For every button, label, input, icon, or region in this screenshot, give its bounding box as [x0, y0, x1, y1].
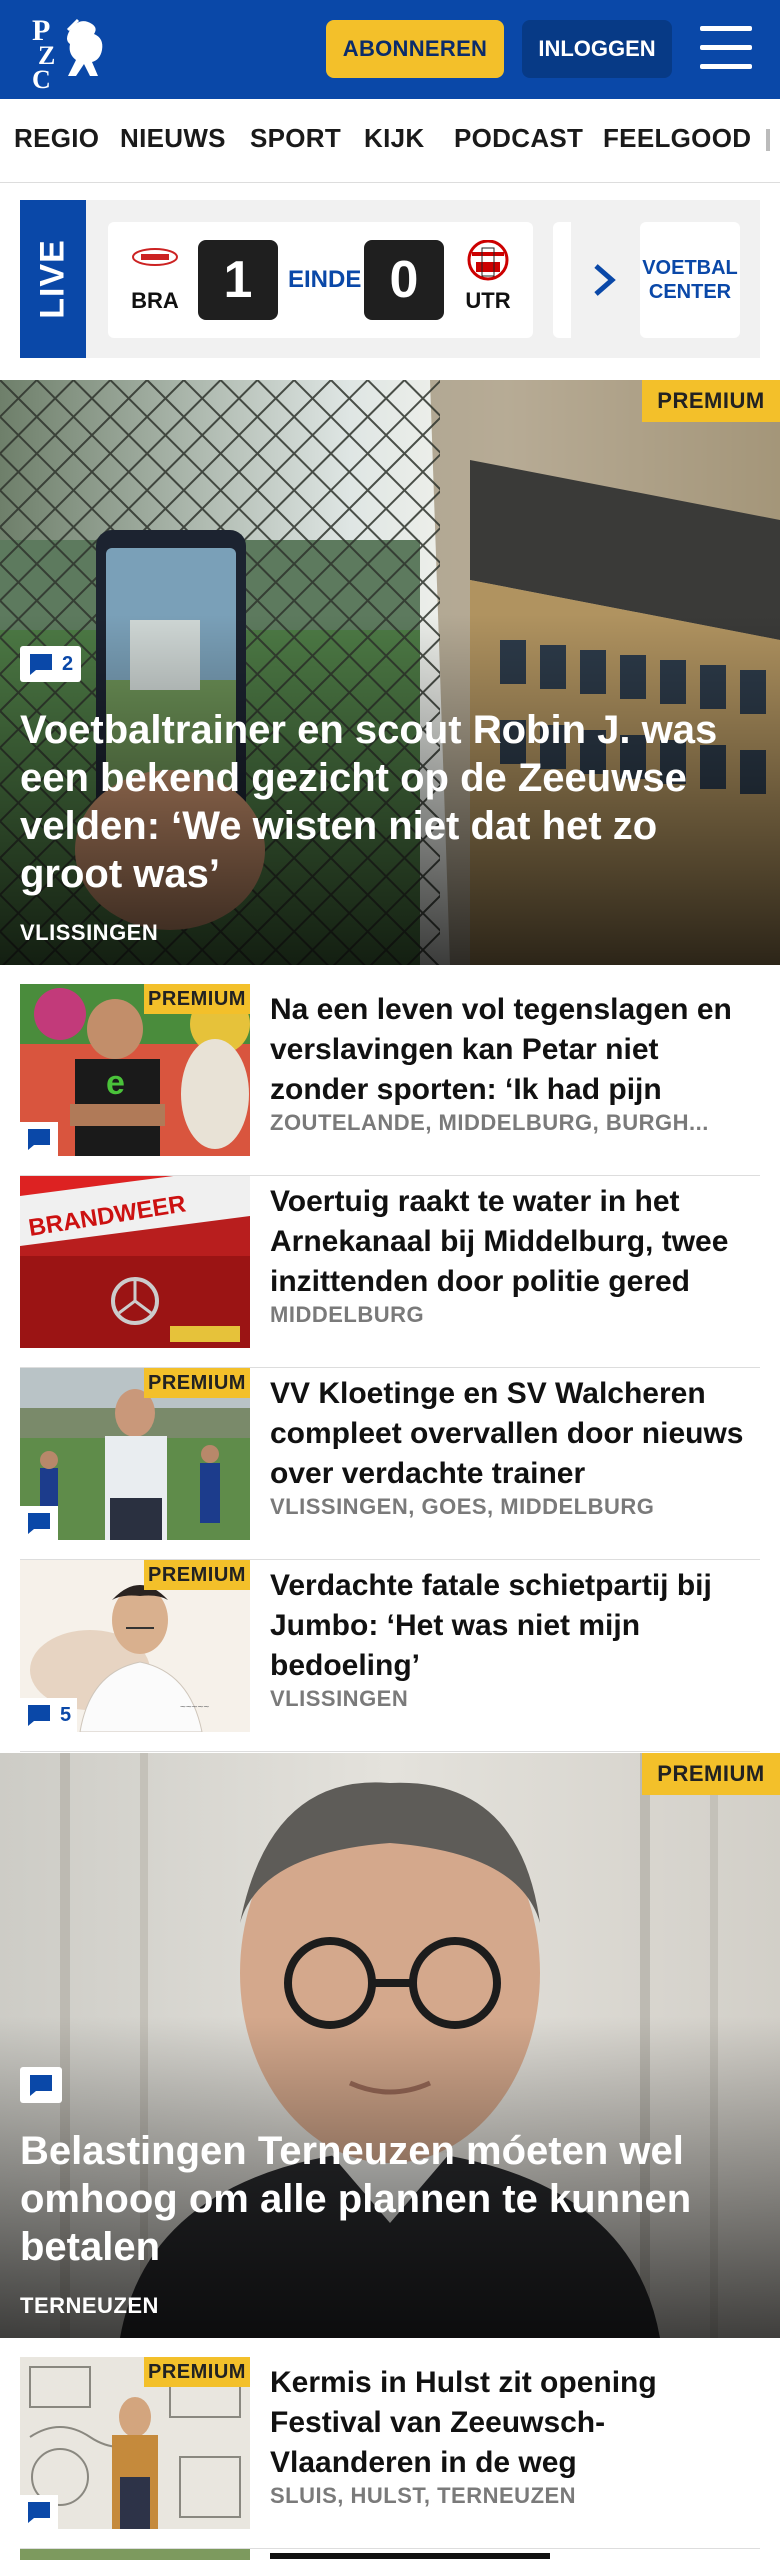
logo-letter-c: C: [32, 65, 51, 90]
comment-icon: [28, 1705, 50, 1726]
live-score-strip: LIVE BRA 1 EINDE 0 UTR VOETBAL CENTER: [0, 200, 780, 360]
article-location: ZOUTELANDE, MIDDELBURG, BURGH...: [270, 1110, 709, 1135]
hero-headline[interactable]: Belastingen Terneuzen móeten wel omhoog …: [20, 2127, 760, 2271]
premium-badge: PREMIUM: [642, 1753, 780, 1795]
article-thumbnail: ~~~~~ PREMIUM 5: [20, 1560, 250, 1732]
football-center-label-2: CENTER: [648, 281, 732, 303]
nav-item-kijk[interactable]: KIJK: [364, 123, 424, 154]
comment-icon: [30, 2075, 52, 2096]
comment-count[interactable]: 2: [20, 646, 82, 682]
match-status: EINDE: [288, 266, 362, 293]
hero-location: VLISSINGEN: [20, 920, 159, 945]
pzc-logo[interactable]: P Z C: [20, 10, 120, 94]
article-headline[interactable]: Kermis in Hulst zit opening Festival van…: [270, 2363, 750, 2483]
nav-item-sport[interactable]: SPORT: [250, 123, 341, 154]
next-match-card-edge[interactable]: [553, 222, 571, 338]
hamburger-icon[interactable]: [700, 26, 752, 70]
premium-badge: PREMIUM: [144, 984, 250, 1014]
article-thumbnail: PREMIUM: [20, 2357, 250, 2529]
section-nav: REGIO NIEUWS SPORT KIJK PODCAST FEELGOOD: [0, 99, 780, 183]
article-row[interactable]: PREMIUM VV Kloetinge en SV Walcheren com…: [20, 1368, 760, 1560]
football-center-label-1: VOETBAL: [642, 257, 738, 279]
premium-badge: PREMIUM: [144, 1368, 250, 1398]
comment-count-value: 2: [62, 652, 74, 675]
article-thumbnail-partial: [20, 2549, 250, 2560]
chevron-right-icon[interactable]: [590, 262, 620, 298]
article-location: MIDDELBURG: [270, 1302, 425, 1327]
hero-headline[interactable]: Voetbaltrainer en scout Robin J. was een…: [20, 706, 760, 898]
article-headline-partial[interactable]: [270, 2549, 570, 2560]
comment-icon: [30, 654, 52, 675]
subscribe-button[interactable]: ABONNEREN: [326, 20, 504, 78]
utrecht-crest-icon: [462, 239, 514, 281]
home-score: 1: [198, 240, 278, 320]
article-location: VLISSINGEN: [270, 1686, 409, 1711]
nav-overflow-divider: [766, 129, 770, 151]
article-thumbnail: BRANDWEER: [20, 1176, 250, 1348]
football-center-link[interactable]: VOETBAL CENTER: [640, 222, 740, 338]
home-team-name: BRA: [131, 288, 179, 313]
comment-count[interactable]: [20, 1506, 58, 1540]
article-headline[interactable]: Verdachte fatale schietpartij bij Jumbo:…: [270, 1566, 750, 1686]
article-row[interactable]: PREMIUM Kermis in Hulst zit opening Fest…: [20, 2357, 760, 2549]
nav-item-feelgood[interactable]: FEELGOOD: [603, 123, 751, 154]
top-bar: P Z C ABONNEREN INLOGGEN: [0, 0, 780, 99]
away-score: 0: [364, 240, 444, 320]
login-button[interactable]: INLOGGEN: [522, 20, 672, 78]
comment-count[interactable]: [20, 1122, 58, 1156]
article-row[interactable]: ~~~~~ PREMIUM 5 Verdachte fatale schietp…: [20, 1560, 760, 1752]
article-headline[interactable]: Voertuig raakt te water in het Arnekanaa…: [270, 1182, 750, 1302]
comment-icon: [28, 1513, 50, 1534]
hero-article[interactable]: PREMIUM 2 Voetbaltrainer en scout Robin …: [0, 380, 780, 965]
away-team-name: UTR: [465, 288, 511, 313]
article-location: SLUIS, HULST, TERNEUZEN: [270, 2483, 577, 2508]
nav-item-podcast[interactable]: PODCAST: [454, 123, 583, 154]
live-label: LIVE: [20, 200, 86, 358]
comment-count[interactable]: [20, 2495, 58, 2529]
home-team: BRA: [120, 240, 190, 314]
hero-article[interactable]: PREMIUM Belastingen Terneuzen móeten wel…: [0, 1753, 780, 2338]
hero-location: TERNEUZEN: [20, 2293, 159, 2318]
braakensiek-crest-icon: [129, 240, 181, 278]
article-row[interactable]: BRANDWEER Voertuig raakt te water in het…: [20, 1176, 760, 1368]
svg-text:e: e: [106, 1064, 125, 1102]
article-row[interactable]: e PREMIUM Na een leven vol tegenslagen e…: [20, 984, 760, 1176]
nav-item-regio[interactable]: REGIO: [14, 123, 99, 154]
article-headline[interactable]: VV Kloetinge en SV Walcheren compleet ov…: [270, 1374, 750, 1494]
svg-text:~~~~~: ~~~~~: [180, 1702, 209, 1713]
premium-badge: PREMIUM: [642, 380, 780, 422]
comment-count[interactable]: [20, 2067, 62, 2103]
away-team: UTR: [453, 239, 523, 314]
article-thumbnail: PREMIUM: [20, 1368, 250, 1540]
premium-badge: PREMIUM: [144, 1560, 250, 1590]
comment-count-value: 5: [60, 1703, 72, 1726]
match-card[interactable]: BRA 1 EINDE 0 UTR: [108, 222, 533, 338]
article-thumbnail: e PREMIUM: [20, 984, 250, 1156]
article-location: VLISSINGEN, GOES, MIDDELBURG: [270, 1494, 655, 1519]
nav-item-nieuws[interactable]: NIEUWS: [120, 123, 226, 154]
comment-icon: [28, 2502, 50, 2523]
comment-icon: [28, 1129, 50, 1150]
comment-count[interactable]: 5: [20, 1698, 78, 1732]
premium-badge: PREMIUM: [144, 2357, 250, 2387]
article-headline[interactable]: Na een leven vol tegenslagen en verslavi…: [270, 990, 750, 1110]
